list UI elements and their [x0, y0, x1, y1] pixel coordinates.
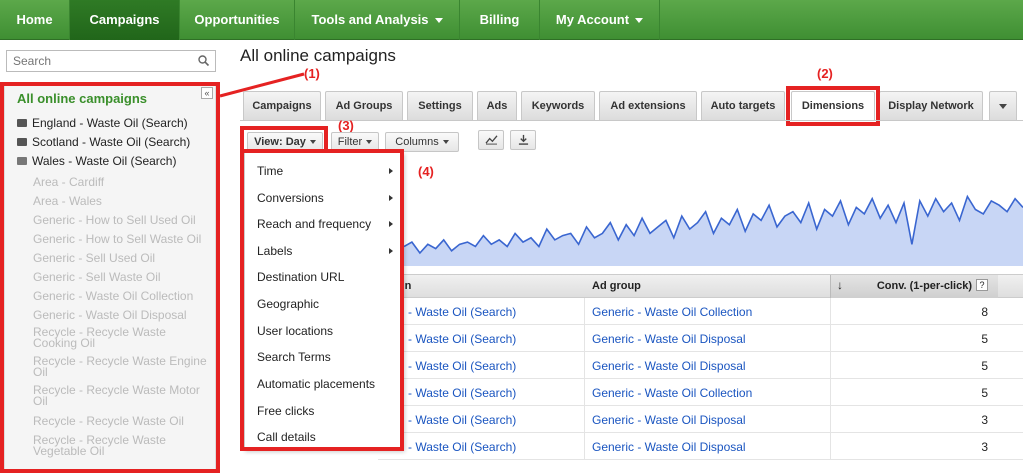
- column-divider: [584, 406, 585, 433]
- nav-account-label: My Account: [555, 12, 630, 27]
- tab-label: Auto targets: [710, 100, 776, 112]
- column-divider: [830, 298, 831, 325]
- cell-ad-group[interactable]: Generic - Waste Oil Disposal: [592, 332, 746, 346]
- tab-label: Keywords: [531, 100, 585, 112]
- tab-label: Ads: [486, 100, 508, 112]
- header-conv-cell[interactable]: ↓ Conv. (1-per-click) ?: [830, 275, 998, 298]
- annotation-box-4: [240, 149, 404, 451]
- chevron-down-icon: [635, 18, 644, 24]
- table-row: land - Waste Oil (Search) Generic - Wast…: [378, 406, 1023, 433]
- table-row: land - Waste Oil (Search) Generic - Wast…: [378, 379, 1023, 406]
- nav-billing[interactable]: Billing: [460, 0, 540, 40]
- tab-more[interactable]: [989, 91, 1017, 121]
- annotation-label-2: (2): [817, 66, 833, 81]
- column-divider: [830, 379, 831, 406]
- annotation-label-4: (4): [418, 164, 434, 179]
- header-conv: Conv. (1-per-click): [876, 280, 972, 292]
- tab-auto-targets[interactable]: Auto targets: [701, 91, 785, 121]
- cell-conv: 3: [981, 440, 988, 454]
- tab-ad-extensions[interactable]: Ad extensions: [599, 91, 697, 121]
- tab-settings[interactable]: Settings: [407, 91, 473, 121]
- cell-ad-group[interactable]: Generic - Waste Oil Disposal: [592, 440, 746, 454]
- page-title: All online campaigns: [240, 46, 396, 65]
- header-ad-group[interactable]: Ad group: [592, 280, 641, 292]
- nav-tools-label: Tools and Analysis: [311, 12, 429, 27]
- cell-conv: 3: [981, 413, 988, 427]
- top-nav: Home Campaigns Opportunities Tools and A…: [0, 0, 1023, 40]
- nav-tools[interactable]: Tools and Analysis: [295, 0, 460, 40]
- nav-campaigns-label: Campaigns: [89, 12, 160, 27]
- tab-label: Ad extensions: [610, 100, 686, 112]
- tab-display-network[interactable]: Display Network: [879, 91, 983, 121]
- cell-ad-group[interactable]: Generic - Waste Oil Collection: [592, 386, 752, 400]
- column-divider: [584, 352, 585, 379]
- filter-label: Filter: [337, 136, 363, 148]
- nav-billing-label: Billing: [479, 12, 520, 27]
- line-chart-icon: [484, 135, 497, 145]
- tab-label: Campaigns: [252, 100, 312, 112]
- column-divider: [584, 379, 585, 406]
- cell-conv: 8: [981, 305, 988, 319]
- nav-home[interactable]: Home: [0, 0, 70, 40]
- help-icon[interactable]: ?: [976, 279, 988, 291]
- table-header: paign Ad group ↓ Conv. (1-per-click) ?: [378, 274, 1023, 298]
- annotation-label-1: (1): [304, 66, 320, 81]
- table-row: land - Waste Oil (Search) Generic - Wast…: [378, 325, 1023, 352]
- cell-conv: 5: [981, 332, 988, 346]
- chevron-down-icon: [434, 18, 443, 24]
- column-divider: [584, 433, 585, 460]
- download-button[interactable]: [510, 130, 536, 150]
- nav-opportunities-label: Opportunities: [194, 12, 280, 27]
- tab-baseline: [240, 120, 1023, 121]
- tab-label: Ad Groups: [335, 100, 393, 112]
- annotation-box-1: [0, 82, 220, 473]
- table-row: land - Waste Oil (Search) Generic - Wast…: [378, 298, 1023, 325]
- column-divider: [830, 433, 831, 460]
- column-divider: [584, 298, 585, 325]
- annotation-label-3: (3): [338, 118, 354, 133]
- tab-label: Settings: [418, 100, 462, 112]
- tab-keywords[interactable]: Keywords: [521, 91, 595, 121]
- sort-arrow-icon: ↓: [837, 278, 843, 292]
- cell-ad-group[interactable]: Generic - Waste Oil Collection: [592, 305, 752, 319]
- cell-ad-group[interactable]: Generic - Waste Oil Disposal: [592, 359, 746, 373]
- column-divider: [830, 325, 831, 352]
- nav-my-account[interactable]: My Account: [540, 0, 660, 40]
- column-divider: [830, 352, 831, 379]
- chevron-down-icon: [366, 140, 373, 145]
- nav-home-label: Home: [16, 12, 53, 27]
- chart-button[interactable]: [478, 130, 504, 150]
- nav-opportunities[interactable]: Opportunities: [180, 0, 295, 40]
- performance-chart: [404, 194, 1023, 266]
- tab-label: Display Network: [888, 100, 974, 112]
- cell-conv: 5: [981, 359, 988, 373]
- column-divider: [830, 406, 831, 433]
- cell-ad-group[interactable]: Generic - Waste Oil Disposal: [592, 413, 746, 427]
- cell-conv: 5: [981, 386, 988, 400]
- nav-campaigns[interactable]: Campaigns: [70, 0, 180, 40]
- tab-ads[interactable]: Ads: [477, 91, 517, 121]
- sidebar-search: [6, 50, 216, 72]
- chevron-down-icon: [999, 103, 1007, 109]
- tab-ad-groups[interactable]: Ad Groups: [325, 91, 403, 121]
- table-row: land - Waste Oil (Search) Generic - Wast…: [378, 433, 1023, 460]
- tab-campaigns[interactable]: Campaigns: [243, 91, 321, 121]
- chevron-down-icon: [442, 140, 449, 145]
- download-icon: [518, 134, 528, 145]
- search-icon[interactable]: [197, 54, 211, 68]
- columns-label: Columns: [395, 136, 439, 148]
- column-divider: [584, 325, 585, 352]
- table-row: land - Waste Oil (Search) Generic - Wast…: [378, 352, 1023, 379]
- adwords-screen: Home Campaigns Opportunities Tools and A…: [0, 0, 1023, 473]
- search-input[interactable]: [7, 51, 187, 71]
